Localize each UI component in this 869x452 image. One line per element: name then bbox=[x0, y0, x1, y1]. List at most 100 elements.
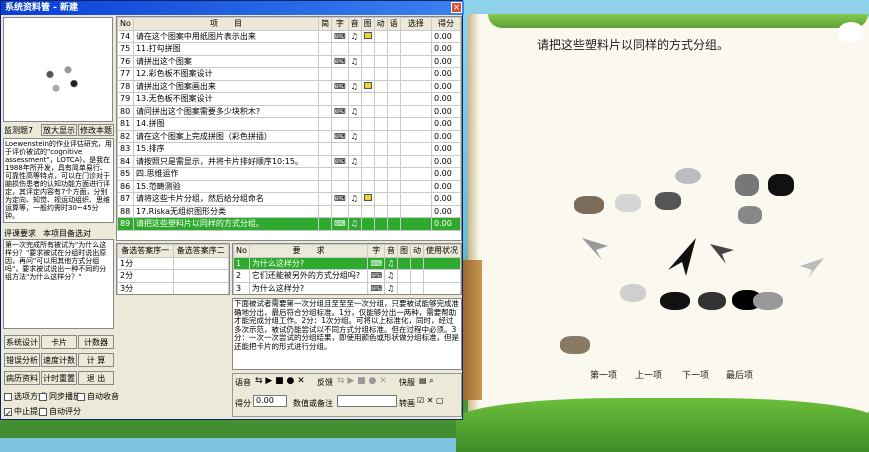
req-row[interactable]: 3 为什么这样分? ⌨ ♫ bbox=[233, 281, 461, 294]
shape-oval-tan[interactable] bbox=[560, 336, 590, 354]
row-image-icon bbox=[360, 42, 375, 56]
row-select bbox=[399, 29, 433, 43]
shape-arrow-black[interactable] bbox=[664, 236, 698, 278]
alt-empty bbox=[172, 256, 229, 270]
preview-thumbnail[interactable] bbox=[3, 17, 113, 122]
auto-record-checkbox[interactable]: 自动收音 bbox=[77, 391, 119, 402]
nav-prev-button[interactable]: 上一项 bbox=[635, 368, 662, 381]
row-simple bbox=[318, 79, 333, 93]
shapes-area bbox=[560, 160, 840, 360]
requirement-tab[interactable]: 评课要求 bbox=[4, 228, 36, 239]
counter-button[interactable]: 计数器 bbox=[78, 335, 114, 349]
auto-score-checkbox[interactable]: 自动评分 bbox=[39, 406, 81, 417]
timer-reset-button[interactable]: 计时重置 bbox=[41, 371, 77, 385]
shape-oval-gray2[interactable] bbox=[738, 206, 762, 224]
row-anim bbox=[373, 204, 388, 218]
table-row[interactable]: 89 请把这些塑料片以同样的方式分组。 ⌨ ♫ 0.00 bbox=[117, 217, 461, 231]
shape-oval-brown[interactable] bbox=[574, 196, 604, 214]
table-row[interactable]: 84 请按照只是需显示，并将卡片排好顺序10:15。 ⌨ ♫ 0.00 bbox=[117, 154, 461, 168]
table-row[interactable]: 87 请将这些卡片分组，然后给分组命名 ⌨ ♫ 0.00 bbox=[117, 192, 461, 206]
table-row[interactable]: 88 17.Riska无组织图形分类 0.00 bbox=[117, 204, 461, 218]
row-lang bbox=[386, 204, 401, 218]
bottom-icons[interactable]: ☑ ✕ ▢ bbox=[417, 396, 444, 405]
preview-tab-label[interactable]: 监测题7 bbox=[4, 125, 33, 136]
quick-icons[interactable]: ▤ ⌕ bbox=[419, 376, 434, 386]
row-audio-icon bbox=[347, 167, 362, 181]
table-row[interactable]: 77 12.彩色板不图案设计 0.00 bbox=[117, 67, 461, 81]
row-anim bbox=[373, 217, 388, 231]
table-row[interactable]: 83 15.排序 0.00 bbox=[117, 142, 461, 156]
alt-row[interactable]: 1分 bbox=[117, 256, 229, 270]
row-item: 四.思维运作 bbox=[132, 167, 320, 181]
exit-button[interactable]: 退 出 bbox=[78, 371, 114, 385]
shape-arrow-lightgray[interactable] bbox=[798, 256, 826, 280]
req-col-text: 要 求 bbox=[248, 244, 369, 258]
window-titlebar: 系统资料管 - 新建 bbox=[1, 1, 464, 15]
card-button[interactable]: 卡片 bbox=[41, 335, 77, 349]
zoom-button[interactable]: 放大显示 bbox=[41, 124, 77, 136]
nav-last-button[interactable]: 最后项 bbox=[726, 368, 753, 381]
note-input[interactable] bbox=[337, 395, 397, 407]
table-row[interactable]: 85 四.思维运作 0.00 bbox=[117, 167, 461, 181]
system-design-button[interactable]: 系统设计 bbox=[4, 335, 40, 349]
row-text-icon bbox=[331, 42, 349, 56]
row-select bbox=[399, 54, 433, 68]
sync-play-checkbox[interactable]: 同步播放 bbox=[39, 391, 81, 402]
row-lang bbox=[386, 167, 401, 181]
nav-next-button[interactable]: 下一项 bbox=[682, 368, 709, 381]
speed-count-button[interactable]: 速度计数 bbox=[41, 353, 77, 367]
records-button[interactable]: 病历资料 bbox=[4, 371, 40, 385]
row-simple bbox=[318, 167, 333, 181]
alt-row[interactable]: 2分 bbox=[117, 269, 229, 283]
table-row[interactable]: 86 15.范畴测验 0.00 bbox=[117, 179, 461, 193]
table-row[interactable]: 75 11.打勾拼图 0.00 bbox=[117, 42, 461, 56]
shape-blob-black[interactable] bbox=[660, 292, 690, 310]
row-lang bbox=[386, 192, 401, 206]
shape-blob-gray[interactable] bbox=[753, 292, 783, 310]
shape-oval-gray[interactable] bbox=[675, 168, 701, 184]
edit-question-button[interactable]: 修改本题 bbox=[78, 124, 114, 136]
row-item: 15.范畴测验 bbox=[132, 179, 320, 193]
error-analysis-button[interactable]: 错误分析 bbox=[4, 353, 40, 367]
table-row[interactable]: 79 13.无色板不图案设计 0.00 bbox=[117, 92, 461, 106]
row-select bbox=[399, 92, 433, 106]
row-text-icon: ⌨ bbox=[331, 79, 349, 93]
alt-row[interactable]: 3分 bbox=[117, 281, 229, 294]
row-score: 0.00 bbox=[431, 217, 461, 231]
voice-controls[interactable]: ⇆ ▶ ■ ● ✕ bbox=[255, 376, 305, 386]
shape-oval-darkgray2[interactable] bbox=[655, 192, 681, 210]
table-row[interactable]: 76 请拼出这个图案 ⌨ ♫ 0.00 bbox=[117, 54, 461, 68]
row-no: 80 bbox=[117, 104, 134, 118]
nav-first-button[interactable]: 第一项 bbox=[590, 368, 617, 381]
row-audio-icon bbox=[347, 204, 362, 218]
req-row[interactable]: 1 为什么这样分? ⌨ ♫ bbox=[233, 256, 461, 270]
req-text-icon: ⌨ bbox=[367, 256, 385, 270]
table-row[interactable]: 81 14.拼图 0.00 bbox=[117, 117, 461, 131]
score-input[interactable]: 0.00 bbox=[253, 395, 287, 407]
table-row[interactable]: 74 请在这个图案中用纸图片表示出来 ⌨ ♫ 0.00 bbox=[117, 29, 461, 43]
row-lang bbox=[386, 104, 401, 118]
shape-oval-lightgray[interactable] bbox=[615, 194, 641, 212]
row-select bbox=[399, 167, 433, 181]
alt-value: 3分 bbox=[117, 281, 174, 294]
alternative-tab[interactable]: 本项目备选对 bbox=[43, 228, 91, 239]
shape-blob-lightgray[interactable] bbox=[620, 284, 646, 302]
table-row[interactable]: 82 请在这个图案上完成拼图（彩色拼插） ⌨ ♫ 0.00 bbox=[117, 129, 461, 143]
shape-arrow-gray[interactable] bbox=[580, 236, 610, 262]
feedback-controls[interactable]: ⇆ ▶ ■ ● ✕ bbox=[337, 376, 387, 386]
row-text-icon: ⌨ bbox=[331, 217, 349, 231]
table-row[interactable]: 78 请拼出这个图案画出来 ⌨ ♫ 0.00 bbox=[117, 79, 461, 93]
req-row[interactable]: 2 它们还能被另外的方式分组吗? ⌨ ♫ bbox=[233, 269, 461, 283]
req-col-audio: 音 bbox=[384, 244, 398, 258]
col-score: 得分 bbox=[431, 17, 461, 31]
alt-row[interactable]: 4分 bbox=[118, 295, 229, 296]
shape-oval-black[interactable] bbox=[768, 174, 794, 196]
row-lang bbox=[386, 67, 401, 81]
shape-blob-darkgray[interactable] bbox=[698, 292, 726, 310]
table-row[interactable]: 80 请问拼出这个图案需要多少块积木? ⌨ ♫ 0.00 bbox=[117, 104, 461, 118]
shape-arrow-darkgray[interactable] bbox=[708, 242, 736, 266]
close-button[interactable]: × bbox=[451, 2, 462, 13]
calculate-button[interactable]: 计 算 bbox=[78, 353, 114, 367]
shape-oval-darkgray[interactable] bbox=[735, 174, 759, 196]
row-anim bbox=[373, 167, 388, 181]
